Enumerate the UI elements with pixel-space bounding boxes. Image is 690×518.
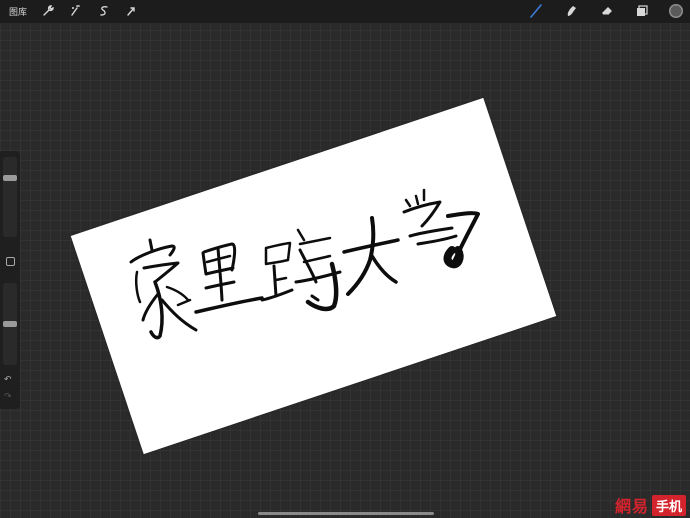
- eraser-icon[interactable]: [600, 4, 614, 18]
- brush-size-thumb[interactable]: [3, 175, 17, 181]
- watermark-part1: 網易: [614, 497, 649, 516]
- layers-icon[interactable]: [635, 4, 649, 18]
- undo-button[interactable]: ↶: [4, 375, 12, 385]
- transform-arrow-icon[interactable]: [124, 4, 138, 18]
- brush-icon[interactable]: [529, 4, 543, 18]
- modify-button[interactable]: [6, 257, 15, 266]
- left-sidebar: ↶ ↷: [0, 151, 20, 409]
- color-picker-swatch[interactable]: [669, 4, 683, 18]
- wrench-icon[interactable]: [41, 4, 55, 18]
- brush-size-slider[interactable]: [3, 157, 17, 237]
- gallery-button[interactable]: 图库: [9, 5, 27, 18]
- opacity-thumb[interactable]: [3, 321, 17, 327]
- redo-button[interactable]: ↷: [4, 392, 12, 402]
- watermark-logo: 網易 手机: [614, 494, 686, 516]
- smudge-icon[interactable]: [564, 4, 578, 18]
- selection-s-icon[interactable]: [97, 4, 111, 18]
- watermark-part2: 手机: [651, 494, 686, 516]
- home-indicator: [258, 512, 434, 515]
- top-toolbar: 图库: [0, 0, 690, 23]
- magic-wand-icon[interactable]: [68, 4, 82, 18]
